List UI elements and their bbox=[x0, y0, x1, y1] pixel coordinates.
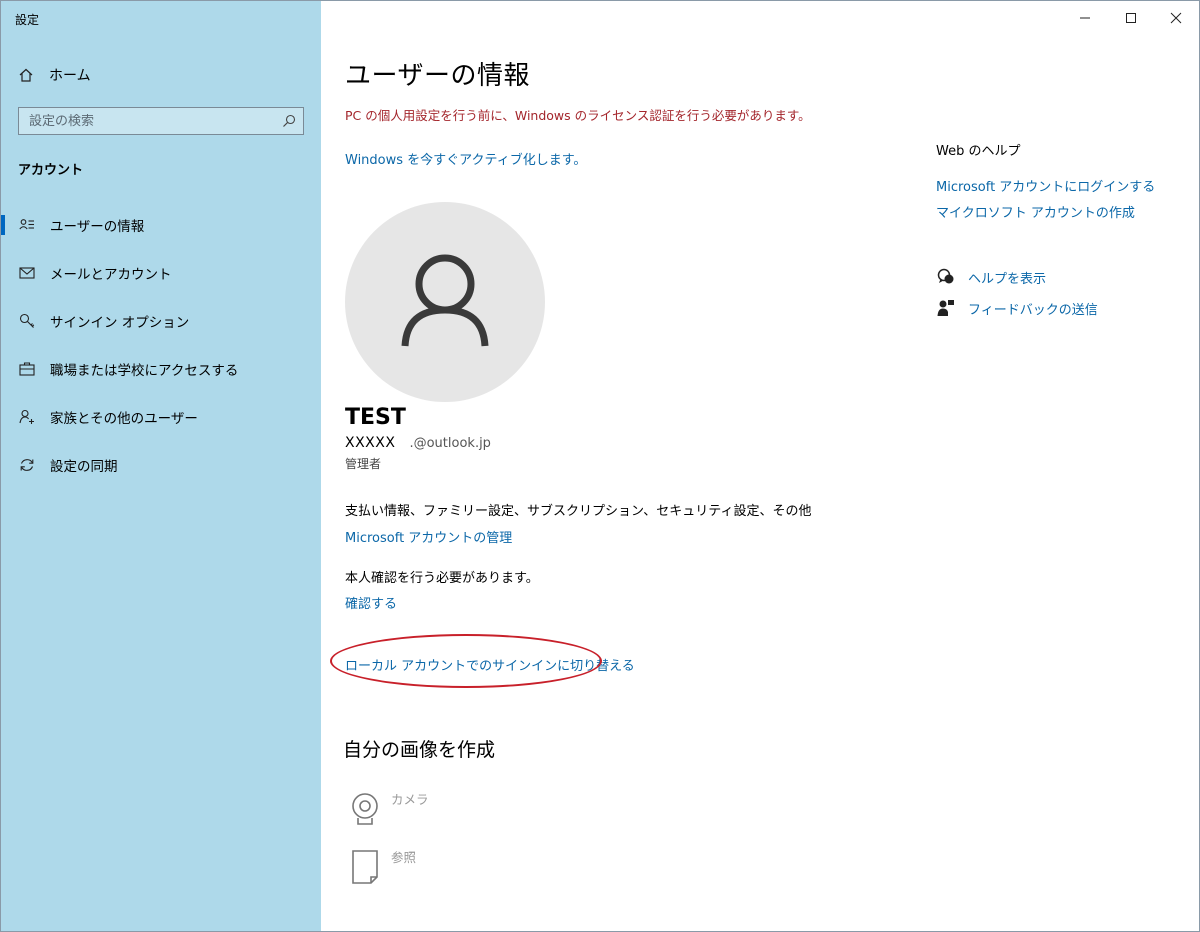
camera-label: カメラ bbox=[391, 792, 429, 807]
user-info-icon bbox=[18, 216, 36, 234]
user-email-domain: .@outlook.jp bbox=[409, 436, 491, 451]
sidebar-item-mail[interactable]: メールとアカウント bbox=[1, 249, 321, 297]
verify-link[interactable]: 確認する bbox=[345, 593, 397, 612]
camera-option[interactable]: カメラ bbox=[345, 789, 429, 829]
browse-label: 参照 bbox=[391, 850, 417, 865]
browse-option[interactable]: 参照 bbox=[345, 847, 416, 887]
feedback-link[interactable]: フィードバックの送信 bbox=[936, 298, 1098, 318]
person-add-icon bbox=[18, 408, 36, 426]
search-input[interactable] bbox=[29, 113, 275, 129]
sidebar: 設定 ホーム アカウント ユーザーの情報 bbox=[1, 1, 321, 931]
page-title: ユーザーの情報 bbox=[345, 61, 530, 91]
sidebar-item-label: 職場または学校にアクセスする bbox=[50, 363, 239, 379]
activation-warning: PC の個人用設定を行う前に、Windows のライセンス認証を行う必要がありま… bbox=[345, 108, 811, 123]
key-icon bbox=[18, 312, 36, 330]
switch-to-local-account-link[interactable]: ローカル アカウントでのサインインに切り替える bbox=[345, 655, 635, 674]
sidebar-item-user-info[interactable]: ユーザーの情報 bbox=[1, 201, 321, 249]
sidebar-item-sync[interactable]: 設定の同期 bbox=[1, 441, 321, 489]
sidebar-item-label: 設定の同期 bbox=[50, 459, 118, 475]
sidebar-item-work-school[interactable]: 職場または学校にアクセスする bbox=[1, 345, 321, 393]
home-label: ホーム bbox=[49, 68, 91, 84]
search-box[interactable] bbox=[18, 107, 304, 135]
help-chat-icon bbox=[936, 267, 956, 287]
manage-account-link[interactable]: Microsoft アカウントの管理 bbox=[345, 527, 512, 546]
sidebar-item-label: 家族とその他のユーザー bbox=[50, 411, 198, 427]
avatar bbox=[345, 202, 545, 402]
home-icon bbox=[17, 66, 35, 84]
search-icon[interactable] bbox=[275, 108, 303, 134]
user-email: XXXXX .@outlook.jp bbox=[345, 435, 491, 451]
sidebar-item-label: サインイン オプション bbox=[50, 315, 190, 331]
sidebar-item-label: ユーザーの情報 bbox=[50, 219, 145, 235]
briefcase-icon bbox=[18, 360, 36, 378]
help-link-create-account[interactable]: マイクロソフト アカウントの作成 bbox=[936, 202, 1135, 221]
feedback-icon bbox=[936, 298, 956, 318]
main-content: ユーザーの情報 PC の個人用設定を行う前に、Windows のライセンス認証を… bbox=[321, 1, 1199, 931]
app-title: 設定 bbox=[15, 13, 40, 27]
sync-icon bbox=[18, 456, 36, 474]
nav-list: ユーザーの情報 メールとアカウント サインイン オプション 職場または学校にアク… bbox=[1, 201, 321, 489]
settings-window: 設定 ホーム アカウント ユーザーの情報 bbox=[0, 0, 1200, 932]
mail-icon bbox=[18, 264, 36, 282]
billing-description: 支払い情報、ファミリー設定、サブスクリプション、セキュリティ設定、その他 bbox=[345, 504, 812, 519]
user-role: 管理者 bbox=[345, 457, 382, 471]
section-title: アカウント bbox=[18, 163, 84, 178]
verify-description: 本人確認を行う必要があります。 bbox=[345, 571, 539, 586]
get-help-link[interactable]: ヘルプを表示 bbox=[936, 267, 1046, 287]
user-display-name: TEST bbox=[345, 405, 406, 430]
home-nav-item[interactable]: ホーム bbox=[17, 63, 91, 87]
file-icon bbox=[345, 847, 385, 887]
activate-windows-link[interactable]: Windows を今すぐアクティブ化します。 bbox=[345, 149, 586, 168]
person-icon bbox=[397, 250, 493, 354]
create-picture-title: 自分の画像を作成 bbox=[343, 739, 496, 761]
feedback-label: フィードバックの送信 bbox=[968, 302, 1098, 318]
camera-icon bbox=[345, 789, 385, 829]
help-heading: Web のヘルプ bbox=[936, 144, 1021, 159]
sidebar-item-family[interactable]: 家族とその他のユーザー bbox=[1, 393, 321, 441]
sidebar-item-signin-options[interactable]: サインイン オプション bbox=[1, 297, 321, 345]
get-help-label: ヘルプを表示 bbox=[968, 271, 1047, 287]
help-link-login[interactable]: Microsoft アカウントにログインする bbox=[936, 176, 1155, 195]
sidebar-item-label: メールとアカウント bbox=[50, 267, 172, 283]
user-email-local: XXXXX bbox=[345, 435, 396, 451]
